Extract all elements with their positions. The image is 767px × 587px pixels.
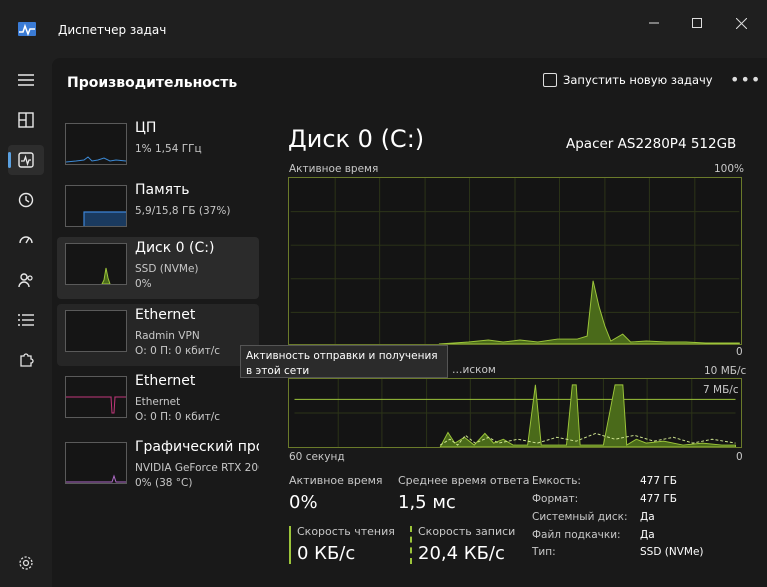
info-value: Да bbox=[640, 511, 655, 523]
run-new-task-button[interactable]: Запустить новую задачу bbox=[543, 73, 713, 87]
services-icon[interactable] bbox=[8, 345, 44, 375]
network-tooltip: Активность отправки и получения в этой с… bbox=[240, 345, 448, 378]
read-speed-label: Скорость чтения bbox=[297, 525, 395, 538]
startup-icon[interactable] bbox=[8, 225, 44, 255]
cpu-thumbnail-graph bbox=[65, 123, 127, 165]
graph1-min: 0 bbox=[736, 346, 743, 358]
device-detail: 0% bbox=[135, 278, 152, 290]
device-item-ethernet[interactable]: Ethernet Ethernet О: 0 П: 0 кбит/с bbox=[57, 370, 259, 432]
device-name: Память bbox=[135, 182, 190, 198]
device-detail: Ethernet bbox=[135, 396, 181, 408]
maximize-icon[interactable] bbox=[688, 14, 706, 32]
device-detail: 1% 1,54 ГГц bbox=[135, 143, 202, 155]
history-icon[interactable] bbox=[8, 185, 44, 215]
graph1-label: Активное время bbox=[289, 163, 379, 175]
graph-time-span: 60 секунд bbox=[289, 451, 345, 463]
device-detail: Radmin VPN bbox=[135, 330, 200, 342]
info-key: Емкость: bbox=[532, 475, 581, 487]
read-speed-value: 0 КБ/с bbox=[297, 543, 356, 564]
gear-icon[interactable] bbox=[18, 555, 34, 575]
read-speed-marker bbox=[289, 526, 291, 564]
device-detail: 0% (38 °C) bbox=[135, 477, 193, 489]
device-item-memory[interactable]: Память 5,9/15,8 ГБ (37%) bbox=[57, 179, 259, 241]
info-value: 477 ГБ bbox=[640, 493, 677, 505]
more-options-icon[interactable]: ••• bbox=[730, 70, 761, 89]
gpu-thumbnail-graph bbox=[65, 442, 127, 484]
close-icon[interactable] bbox=[732, 14, 750, 32]
device-item-cpu[interactable]: ЦП 1% 1,54 ГГц bbox=[57, 117, 259, 179]
device-name: ЦП bbox=[135, 120, 157, 136]
device-item-gpu[interactable]: Графический про NVIDIA GeForce RTX 206 0… bbox=[57, 436, 259, 498]
minimize-icon[interactable] bbox=[645, 14, 663, 32]
graph2-min: 0 bbox=[736, 451, 743, 463]
graph2-ref-label: 7 МБ/с bbox=[703, 384, 739, 396]
device-detail: SSD (NVMe) bbox=[135, 263, 199, 275]
response-time-label: Среднее время ответа bbox=[398, 474, 530, 487]
info-key: Файл подкачки: bbox=[532, 529, 621, 541]
hamburger-icon[interactable] bbox=[8, 65, 44, 95]
graph2-max: 10 МБ/с bbox=[704, 365, 747, 377]
device-detail: 5,9/15,8 ГБ (37%) bbox=[135, 205, 231, 217]
info-value: Да bbox=[640, 529, 655, 541]
device-item-ethernet-radmin[interactable]: Ethernet Radmin VPN О: 0 П: 0 кбит/с bbox=[57, 304, 259, 366]
graph2-label: …иском bbox=[452, 364, 496, 376]
active-time-value: 0% bbox=[289, 492, 318, 513]
info-key: Формат: bbox=[532, 493, 579, 505]
info-key: Системный диск: bbox=[532, 511, 628, 523]
run-new-task-label: Запустить новую задачу bbox=[563, 73, 713, 87]
transfer-rate-graph bbox=[288, 378, 742, 448]
active-time-label: Активное время bbox=[289, 474, 383, 487]
performance-icon[interactable] bbox=[8, 145, 44, 175]
device-name: Графический про bbox=[135, 439, 259, 455]
device-name: Ethernet bbox=[135, 307, 196, 323]
device-detail: О: 0 П: 0 кбит/с bbox=[135, 411, 221, 423]
active-time-graph bbox=[288, 177, 742, 345]
disk-title: Диск 0 (C:) bbox=[288, 125, 425, 153]
disk-thumbnail-graph bbox=[65, 243, 127, 285]
memory-thumbnail-graph bbox=[65, 185, 127, 227]
processes-icon[interactable] bbox=[8, 105, 44, 135]
task-manager-app-icon bbox=[18, 22, 36, 36]
graph1-max: 100% bbox=[714, 163, 745, 175]
new-task-icon bbox=[543, 73, 557, 87]
page-title: Производительность bbox=[67, 75, 238, 91]
write-speed-marker bbox=[410, 526, 412, 564]
device-name: Диск 0 (C:) bbox=[135, 240, 215, 256]
response-time-value: 1,5 мс bbox=[398, 492, 456, 513]
info-value: SSD (NVMe) bbox=[640, 546, 704, 558]
device-item-disk-0[interactable]: Диск 0 (C:) SSD (NVMe) 0% bbox=[57, 237, 259, 299]
ethernet-thumbnail-graph bbox=[65, 376, 127, 418]
write-speed-value: 20,4 КБ/с bbox=[418, 543, 505, 564]
users-icon[interactable] bbox=[8, 265, 44, 295]
write-speed-label: Скорость записи bbox=[418, 525, 516, 538]
details-icon[interactable] bbox=[8, 305, 44, 335]
device-detail: NVIDIA GeForce RTX 206 bbox=[135, 462, 259, 474]
disk-model: Apacer AS2280P4 512GB bbox=[566, 136, 737, 152]
window-title: Диспетчер задач bbox=[58, 23, 167, 37]
info-value: 477 ГБ bbox=[640, 475, 677, 487]
info-key: Тип: bbox=[532, 546, 556, 558]
network-thumbnail-graph bbox=[65, 310, 127, 352]
nav-selection-indicator bbox=[8, 152, 11, 168]
